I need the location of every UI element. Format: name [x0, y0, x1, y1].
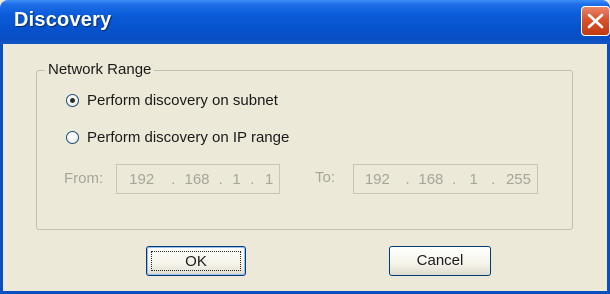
radio-option-subnet[interactable]: Perform discovery on subnet — [66, 92, 278, 109]
from-ip-octet-1: 192 — [129, 170, 155, 188]
ip-separator: . — [171, 170, 176, 188]
to-label: To: — [315, 169, 336, 186]
radio-button-ip-range[interactable] — [66, 131, 79, 144]
ok-button[interactable]: OK — [146, 246, 246, 276]
to-ip-octet-2: 168 — [418, 170, 444, 188]
radio-button-subnet[interactable] — [66, 94, 79, 107]
to-ip-octet-4: 255 — [505, 170, 531, 188]
from-ip-octet-2: 168 — [184, 170, 210, 188]
close-icon — [587, 13, 604, 29]
ip-separator: . — [218, 170, 223, 188]
ip-separator: . — [452, 170, 457, 188]
to-ip-field[interactable]: 192 . 168 . 1 . 255 — [353, 164, 538, 194]
cancel-button[interactable]: Cancel — [389, 246, 491, 276]
ip-separator: . — [405, 170, 410, 188]
radio-label-subnet: Perform discovery on subnet — [87, 92, 278, 109]
from-ip-octet-3: 1 — [232, 170, 241, 188]
window-border-left — [0, 44, 3, 294]
close-button[interactable] — [581, 6, 610, 36]
from-label: From: — [64, 170, 104, 187]
title-bar[interactable]: Discovery — [0, 0, 610, 44]
to-ip-octet-1: 192 — [364, 170, 390, 188]
from-ip-field[interactable]: 192 . 168 . 1 . 1 — [116, 164, 280, 194]
from-ip-octet-4: 1 — [264, 170, 274, 188]
radio-label-ip-range: Perform discovery on IP range — [87, 129, 290, 146]
ok-button-label: OK — [151, 251, 241, 271]
discovery-dialog: Discovery Network Range Perform discover… — [0, 0, 610, 294]
to-ip-octet-3: 1 — [469, 170, 478, 188]
network-range-label: Network Range — [45, 61, 155, 78]
window-title: Discovery — [14, 9, 112, 31]
ip-separator: . — [250, 170, 255, 188]
radio-option-ip-range[interactable]: Perform discovery on IP range — [66, 129, 289, 146]
ip-separator: . — [491, 170, 496, 188]
